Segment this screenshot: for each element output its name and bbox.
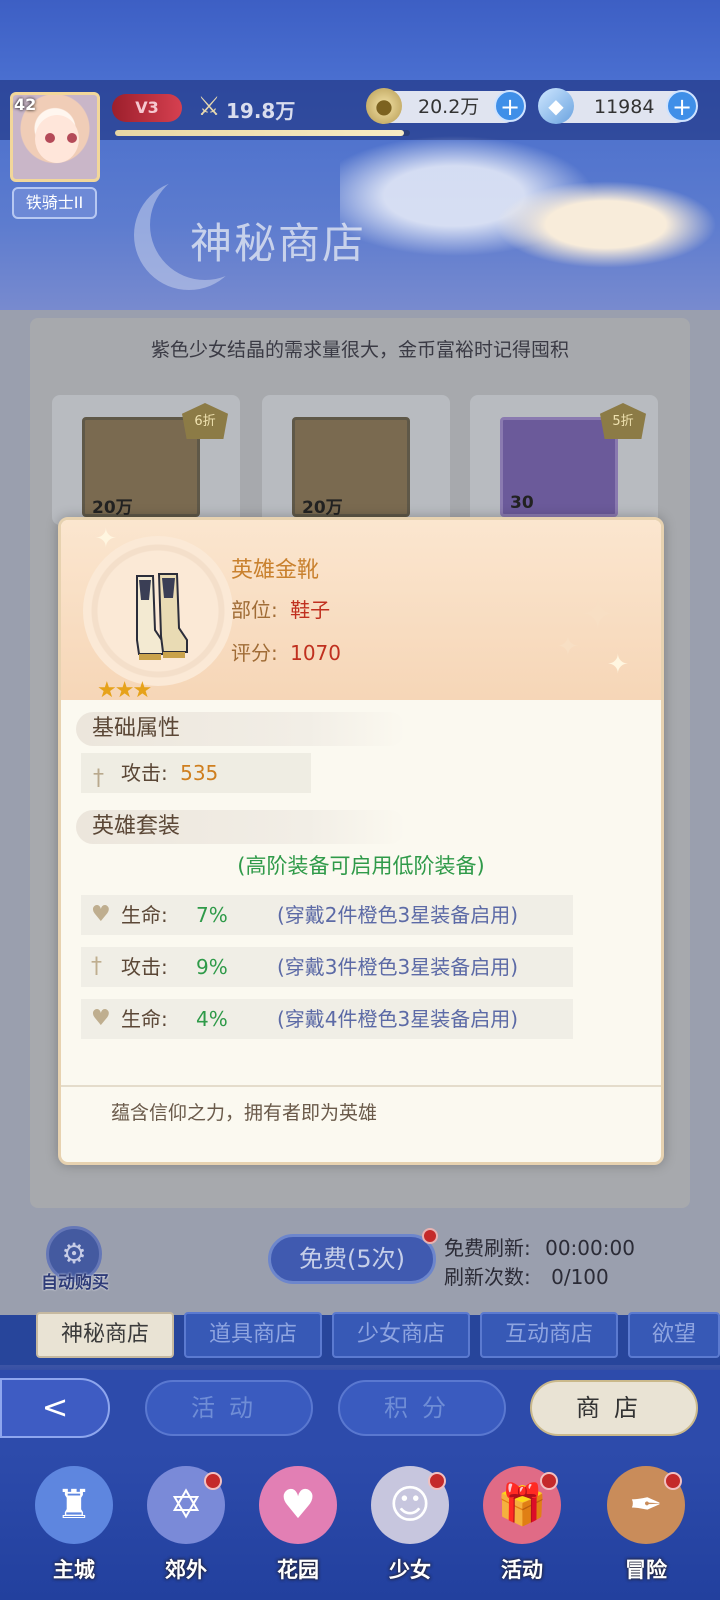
auto-buy-label[interactable]: 自动购买 xyxy=(30,1268,120,1293)
set-bonus-label: 攻击: xyxy=(121,955,168,979)
star-rating: ★★★ xyxy=(97,678,152,703)
free-refresh-label: 免费刷新: xyxy=(444,1236,531,1260)
item-count: 20万 xyxy=(92,498,133,518)
tab-desire-shop[interactable]: 欲望 xyxy=(628,1312,720,1358)
player-power: 19.8万 xyxy=(226,99,296,123)
set-bonus-condition: (穿戴4件橙色3星装备启用) xyxy=(277,1007,519,1031)
slot-label: 部位: xyxy=(231,598,278,622)
base-attack-stat: † 攻击: 535 xyxy=(81,753,311,793)
nav-garden[interactable]: ♥ 花园 xyxy=(248,1462,348,1592)
nav-activities[interactable]: 🎁 活动 xyxy=(472,1462,572,1592)
top-banner xyxy=(0,0,720,80)
item-count: 30 xyxy=(510,493,534,513)
nav-suburbs[interactable]: ✡ 郊外 xyxy=(136,1462,236,1592)
back-arrow-icon[interactable]: < xyxy=(0,1378,110,1438)
notification-dot xyxy=(422,1228,438,1244)
vip-badge[interactable]: V3 xyxy=(112,94,182,122)
gem-resource: ◆ 11984 + xyxy=(538,88,698,124)
nav-label: 活动 xyxy=(501,1558,543,1582)
set-bonus-row: ♥ 生命: 7% (穿戴2件橙色3星装备启用) xyxy=(81,895,573,935)
set-bonus-row: † 攻击: 9% (穿戴3件橙色3星装备启用) xyxy=(81,947,573,987)
nav-label: 少女 xyxy=(389,1558,431,1582)
sword-icon: † xyxy=(93,766,104,791)
set-bonus-value: 4% xyxy=(196,1007,228,1031)
notification-dot xyxy=(664,1472,682,1490)
nav-label: 郊外 xyxy=(165,1558,207,1582)
castle-icon: ♜ xyxy=(35,1466,113,1544)
base-stat-value: 535 xyxy=(180,761,219,785)
heart-icon: ♥ xyxy=(259,1466,337,1544)
set-bonus-label: 生命: xyxy=(121,1007,168,1031)
avatar-eye xyxy=(67,133,77,143)
gold-amount: 20.2万 xyxy=(418,96,480,118)
sparkle-icon: ✦ xyxy=(607,650,629,680)
heart-icon: ♥ xyxy=(91,902,111,927)
shop-item-card[interactable]: 30 5折 xyxy=(470,395,658,525)
equipment-slot-row: 部位: 鞋子 xyxy=(231,594,330,623)
set-bonus-row: ♥ 生命: 4% (穿戴4件橙色3星装备启用) xyxy=(81,999,573,1039)
tab-interact-shop[interactable]: 互动商店 xyxy=(480,1312,618,1358)
shop-hint: 紫色少女结晶的需求量很大，金币富裕时记得囤积 xyxy=(150,339,569,361)
set-note: (高阶装备可启用低阶装备) xyxy=(237,854,485,878)
subnav-shop[interactable]: 商店 xyxy=(530,1380,698,1436)
nav-label: 主城 xyxy=(53,1558,95,1582)
equipment-detail-modal[interactable]: ✦ ✦ ✦ ✦ ★★★ 英雄金靴 部位: 鞋子 评分: 1070 基础属性 † … xyxy=(58,517,664,1165)
refresh-count-label: 刷新次数: xyxy=(444,1265,531,1289)
angel-illustration xyxy=(340,120,720,310)
golden-boots-icon xyxy=(136,573,188,660)
gem-icon: ◆ xyxy=(538,88,574,124)
tab-girl-shop[interactable]: 少女商店 xyxy=(332,1312,470,1358)
hero-set-title: 英雄套装 xyxy=(76,810,406,844)
tab-item-shop[interactable]: 道具商店 xyxy=(184,1312,322,1358)
avatar-eye xyxy=(45,133,55,143)
free-refresh-time: 00:00:00 xyxy=(545,1236,635,1260)
base-stat-label: 攻击: xyxy=(121,761,168,785)
equipment-name: 英雄金靴 xyxy=(231,558,320,583)
sword-icon: † xyxy=(91,954,102,979)
sparkle-icon: ✦ xyxy=(557,632,579,662)
nav-label: 花园 xyxy=(277,1558,319,1582)
player-title-badge[interactable]: 铁骑士II xyxy=(12,187,97,219)
discount-badge: 5折 xyxy=(600,403,646,439)
power-icon: ⚔ xyxy=(197,92,221,122)
subnav-points[interactable]: 积分 xyxy=(338,1380,506,1436)
equipment-flavor-text: 蕴含信仰之力，拥有者即为英雄 xyxy=(111,1102,378,1124)
add-gem-button[interactable]: + xyxy=(666,90,698,122)
item-count: 20万 xyxy=(302,498,343,518)
refresh-count-info: 刷新次数: 0/100 xyxy=(444,1261,609,1290)
nav-main-city[interactable]: ♜ 主城 xyxy=(24,1462,124,1592)
notification-dot xyxy=(540,1472,558,1490)
set-bonus-label: 生命: xyxy=(121,903,168,927)
heart-icon: ♥ xyxy=(91,1006,111,1031)
base-attributes-title: 基础属性 xyxy=(76,712,406,746)
equipment-score-row: 评分: 1070 xyxy=(231,637,341,666)
player-level: 42 xyxy=(14,95,37,114)
sparkle-icon: ✦ xyxy=(581,592,615,638)
score-label: 评分: xyxy=(231,641,278,665)
discount-badge: 6折 xyxy=(182,403,228,439)
divider xyxy=(61,1085,661,1087)
set-bonus-condition: (穿戴2件橙色3星装备启用) xyxy=(277,903,519,927)
add-gold-button[interactable]: + xyxy=(494,90,526,122)
slot-value: 鞋子 xyxy=(290,598,331,622)
notification-dot xyxy=(428,1472,446,1490)
tab-mystery-shop[interactable]: 神秘商店 xyxy=(36,1312,174,1358)
set-bonus-value: 9% xyxy=(196,955,228,979)
refresh-count: 0/100 xyxy=(551,1265,609,1289)
gold-resource: ● 20.2万 + xyxy=(366,88,526,124)
nav-label: 冒险 xyxy=(625,1558,667,1582)
free-refresh-button[interactable]: 免费(5次) xyxy=(268,1234,436,1284)
nav-girls[interactable]: ☺ 少女 xyxy=(360,1462,460,1592)
shop-item-card[interactable]: 20万 xyxy=(262,395,450,525)
notification-dot xyxy=(204,1472,222,1490)
subnav-activity[interactable]: 活动 xyxy=(145,1380,313,1436)
shop-item-card[interactable]: 20万 6折 xyxy=(52,395,240,525)
free-refresh-info: 免费刷新: 00:00:00 xyxy=(444,1232,635,1261)
nav-adventure[interactable]: ✒ 冒险 xyxy=(596,1462,696,1592)
score-value: 1070 xyxy=(290,641,342,665)
set-bonus-condition: (穿戴3件橙色3星装备启用) xyxy=(277,955,519,979)
set-bonus-value: 7% xyxy=(196,903,228,927)
gem-amount: 11984 xyxy=(594,96,655,118)
gold-coin-icon: ● xyxy=(366,88,402,124)
